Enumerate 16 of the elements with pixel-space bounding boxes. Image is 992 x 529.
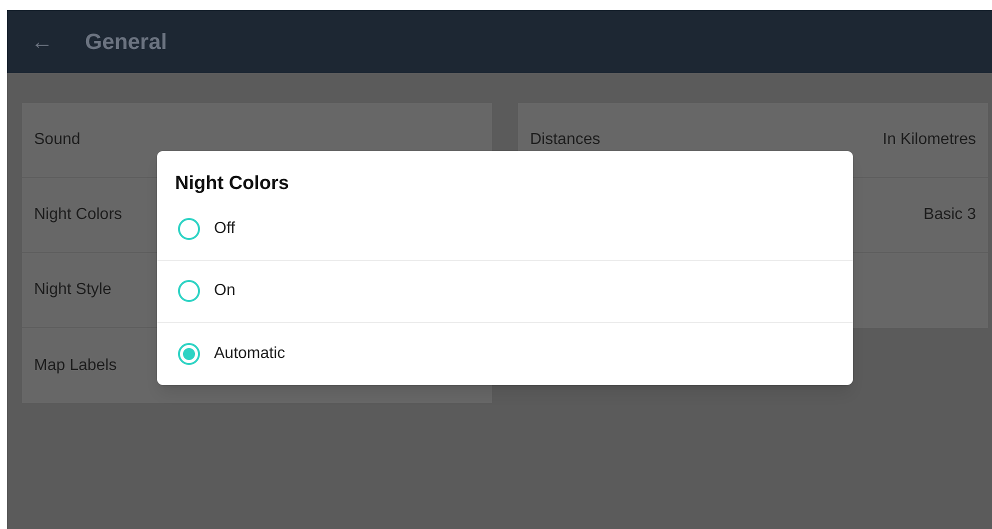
setting-label[interactable]: Distances [530,128,600,152]
radio-checked-icon [178,342,200,364]
setting-label[interactable]: Sound [34,128,80,152]
dialog-title: Night Colors [174,172,290,196]
setting-value: Basic 3 [924,205,976,225]
setting-label[interactable]: Map Labels [34,354,117,378]
setting-label[interactable]: Night Style [34,278,112,302]
radio-unchecked-icon [178,280,200,302]
radio-unchecked-icon [178,218,200,240]
radio-option[interactable]: Automatic [157,322,853,384]
setting-value: In Kilometres [882,130,976,150]
back-button[interactable]: ← [31,25,53,58]
radio-option[interactable]: Off [157,204,853,260]
radio-option[interactable]: On [157,260,853,322]
page-title: General [85,28,167,56]
setting-label[interactable]: Night Colors [34,203,122,227]
